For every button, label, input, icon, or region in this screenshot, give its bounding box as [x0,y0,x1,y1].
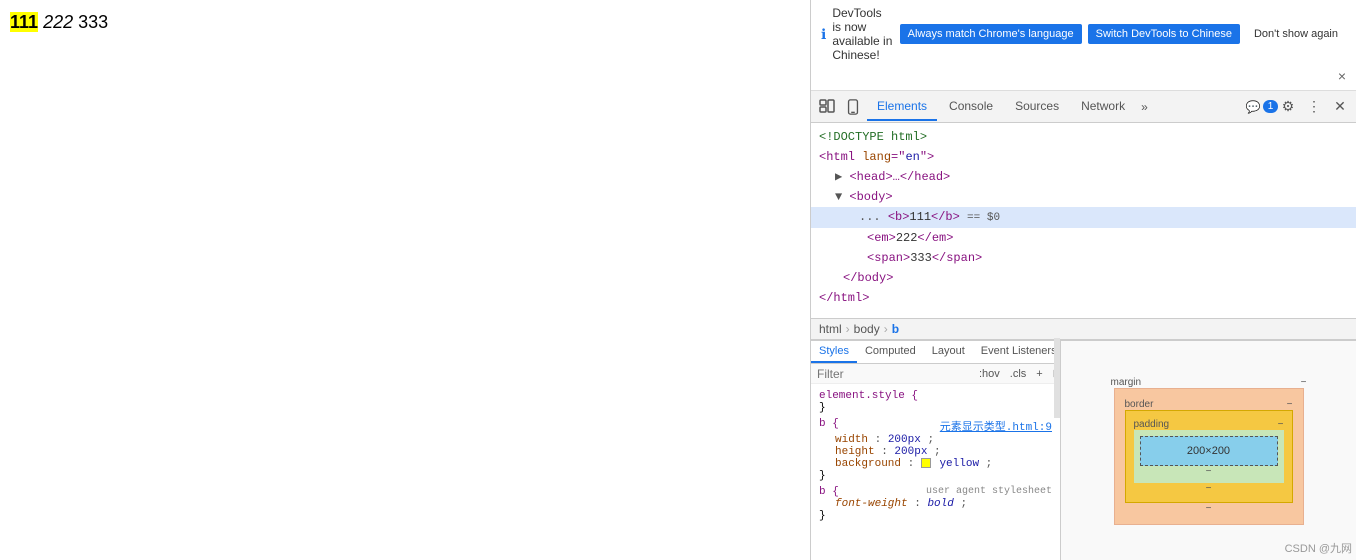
dom-line-body[interactable]: ▼ <body> [811,187,1356,207]
watermark: CSDN @九网 [1285,540,1352,556]
style-rule-b: b { 元素显示类型.html:9 width : 200px ; height… [811,416,1060,484]
dom-line-b[interactable]: ... <b>111</b> == $0 [811,207,1356,228]
dom-tree: <!DOCTYPE html> <html lang="en"> ▶ <head… [811,123,1356,318]
bold-text: 111 [10,12,38,32]
margin-box: border − padding − [1114,388,1304,525]
settings-icon[interactable]: ⚙ [1276,95,1300,119]
dom-line-head[interactable]: ▶ <head>…</head> [811,167,1356,187]
style-link-1[interactable]: 元素显示类型.html:9 [940,418,1052,434]
notification-text: DevTools is now available in Chinese! [832,6,893,62]
tab-elements[interactable]: Elements [867,93,937,121]
padding-box: 200×200 − [1134,430,1284,483]
more-tabs-button[interactable]: » [1137,94,1152,120]
breadcrumb-html[interactable]: html [819,322,842,336]
html-tag: <html [819,150,862,164]
breadcrumb-b[interactable]: b [892,322,899,336]
tab-layout[interactable]: Layout [924,341,973,363]
filter-input[interactable] [817,367,972,381]
dom-line-doctype[interactable]: <!DOCTYPE html> [811,127,1356,147]
devtools-toolbar: Elements Console Sources Network » 💬 1 ⚙… [811,91,1356,123]
ua-stylesheet-label: user agent stylesheet [926,486,1052,498]
tab-styles[interactable]: Styles [811,341,857,363]
hov-button[interactable]: :hov [976,367,1003,381]
notification-close-button[interactable]: × [1338,68,1346,84]
styles-content: element.style { } b { 元素显示类型.html:9 widt… [811,384,1060,560]
doctype-text: <!DOCTYPE html> [819,130,927,144]
margin-label: margin [1111,377,1142,388]
style-rule-b-ua: b { user agent stylesheet font-weight : … [811,484,1060,524]
toolbar-right: 💬 1 ⚙ ⋮ ✕ [1250,95,1352,119]
filter-bar: :hov .cls + ⊡ [811,364,1060,384]
box-model-container: margin − border − padding − [1109,377,1309,525]
more-options-icon[interactable]: ⋮ [1302,95,1326,119]
info-icon: ℹ [821,26,826,43]
tab-sources[interactable]: Sources [1005,93,1069,121]
border-box: padding − 200×200 − − [1125,410,1293,503]
bottom-panel: Styles Computed Layout Event Listeners D… [811,340,1356,560]
margin-dash: − [1301,377,1307,388]
mobile-icon[interactable] [841,95,865,119]
dom-line-html-close[interactable]: </html> [811,288,1356,308]
add-style-button[interactable]: + [1033,367,1045,381]
tab-network[interactable]: Network [1071,93,1135,121]
messages-icon[interactable]: 💬 1 [1250,95,1274,119]
devtools-panel: ℹ DevTools is now available in Chinese! … [810,0,1356,560]
padding-label: padding [1134,419,1170,430]
border-label: border [1125,399,1154,410]
tab-console[interactable]: Console [939,93,1003,121]
tab-computed[interactable]: Computed [857,341,924,363]
switch-chinese-button[interactable]: Switch DevTools to Chinese [1088,24,1240,44]
styles-panel: Styles Computed Layout Event Listeners D… [811,341,1061,560]
match-language-button[interactable]: Always match Chrome's language [900,24,1082,44]
style-prop-width: width : 200px ; [835,434,1052,446]
notification-bar: ℹ DevTools is now available in Chinese! … [811,0,1356,91]
italic-text: 222 [43,12,73,32]
page-text: 111 222 333 [10,10,800,35]
dom-line-html[interactable]: <html lang="en"> [811,147,1356,167]
dom-line-body-close[interactable]: </body> [811,268,1356,288]
content-size: 200×200 [1187,445,1230,457]
span-text2: 333 [78,12,108,32]
style-prop-background: background : yellow ; [835,458,1052,470]
box-model-panel: margin − border − padding − [1061,341,1356,560]
page-content: 111 222 333 [0,0,810,560]
dont-show-button[interactable]: Don't show again [1246,24,1346,44]
tab-event-listeners[interactable]: Event Listeners [973,341,1060,363]
dom-line-span[interactable]: <span>333</span> [811,248,1356,268]
dom-line-em[interactable]: <em>222</em> [811,228,1356,248]
breadcrumb: html › body › b [811,318,1356,340]
styles-tabs: Styles Computed Layout Event Listeners D… [811,341,1060,364]
content-box: 200×200 [1140,436,1278,466]
margin-row-top: margin − [1109,377,1309,388]
style-prop-height: height : 200px ; [835,446,1052,458]
breadcrumb-body[interactable]: body [854,322,880,336]
inspect-icon[interactable] [815,95,839,119]
style-prop-font-weight: font-weight : bold ; [835,498,1052,510]
cls-button[interactable]: .cls [1007,367,1030,381]
color-swatch[interactable] [921,458,931,468]
close-devtools-icon[interactable]: ✕ [1328,95,1352,119]
style-rule-element: element.style { } [811,388,1060,416]
